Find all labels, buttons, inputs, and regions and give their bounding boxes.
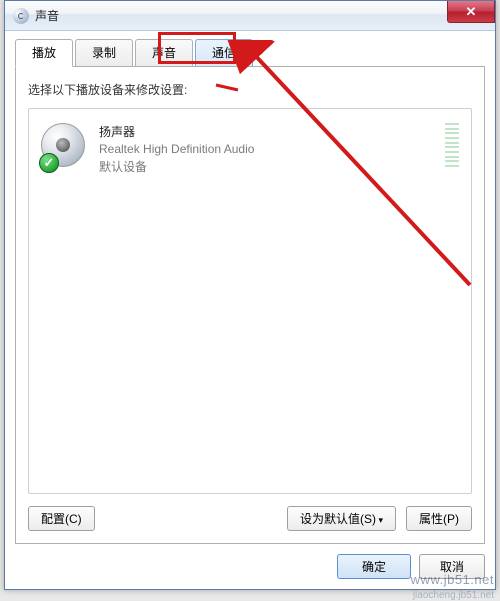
properties-button[interactable]: 属性(P) <box>406 506 472 531</box>
window-title: 声音 <box>35 7 59 24</box>
volume-level-meter <box>445 123 459 167</box>
tab-playback[interactable]: 播放 <box>15 39 73 67</box>
device-item-speakers[interactable]: ✓ 扬声器 Realtek High Definition Audio 默认设备 <box>37 117 463 181</box>
tab-communication[interactable]: 通信 <box>195 39 253 66</box>
tab-sound[interactable]: 声音 <box>135 39 193 66</box>
tab-recording[interactable]: 录制 <box>75 39 133 66</box>
configure-button[interactable]: 配置(C) <box>28 506 95 531</box>
device-name: 扬声器 <box>99 123 437 140</box>
close-icon: ✕ <box>466 4 477 20</box>
set-default-button[interactable]: 设为默认值(S) <box>287 506 396 531</box>
ok-button[interactable]: 确定 <box>337 554 411 579</box>
device-status: 默认设备 <box>99 158 437 175</box>
device-description: Realtek High Definition Audio <box>99 142 437 156</box>
tab-strip: 播放 录制 声音 通信 <box>15 39 485 67</box>
watermark-main: www.jb51.net <box>411 572 494 587</box>
device-info: 扬声器 Realtek High Definition Audio 默认设备 <box>99 123 437 175</box>
default-check-icon: ✓ <box>39 153 59 173</box>
close-button[interactable]: ✕ <box>447 1 495 23</box>
panel-instruction: 选择以下播放设备来修改设置: <box>28 81 472 98</box>
sound-app-icon <box>13 8 29 24</box>
watermark-sub: jiaocheng.jb51.net <box>413 590 494 601</box>
sound-dialog: 声音 ✕ 播放 录制 声音 通信 选择以下播放设备来修改设置: ✓ <box>4 0 496 590</box>
window-body: 播放 录制 声音 通信 选择以下播放设备来修改设置: ✓ 扬声器 Real <box>5 31 495 589</box>
panel-button-row: 配置(C) 设为默认值(S) 属性(P) <box>28 506 472 531</box>
tab-panel-playback: 选择以下播放设备来修改设置: ✓ 扬声器 Realtek High Defini… <box>15 67 485 544</box>
titlebar: 声音 ✕ <box>5 1 495 31</box>
device-list[interactable]: ✓ 扬声器 Realtek High Definition Audio 默认设备 <box>28 108 472 494</box>
device-icon-wrap: ✓ <box>41 123 89 171</box>
